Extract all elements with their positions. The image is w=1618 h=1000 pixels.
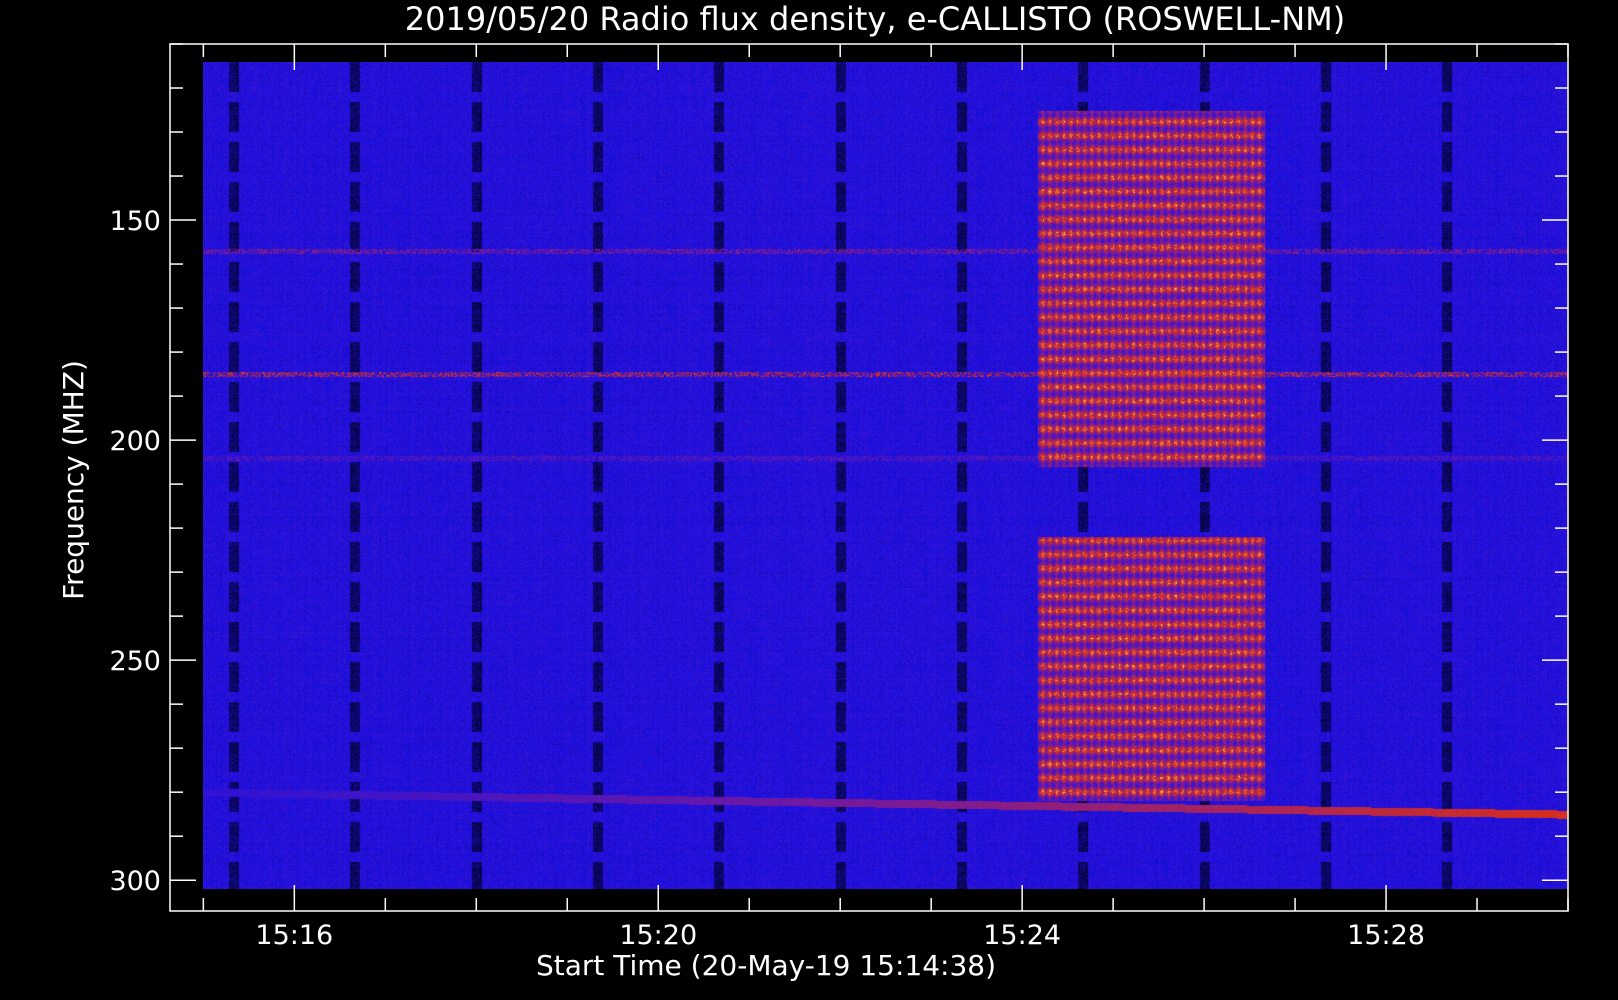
y-tick-label: 200 — [109, 426, 161, 457]
x-tick-label: 15:24 — [983, 920, 1061, 951]
y-tick-label: 300 — [109, 866, 161, 897]
x-tick-label: 15:16 — [255, 920, 333, 951]
heatmap-image — [203, 62, 1568, 889]
x-tick-label: 15:20 — [619, 920, 697, 951]
y-axis-label: Frequency (MHZ) — [57, 360, 90, 600]
y-tick-label: 250 — [109, 646, 161, 677]
y-tick-label: 150 — [109, 206, 161, 237]
x-axis-label: Start Time (20-May-19 15:14:38) — [536, 949, 996, 982]
spectrogram-heatmap — [203, 62, 1568, 889]
x-tick-label: 15:28 — [1347, 920, 1425, 951]
spectrogram-chart: 2019/05/20 Radio flux density, e-CALLIST… — [0, 0, 1618, 1000]
chart-title: 2019/05/20 Radio flux density, e-CALLIST… — [405, 0, 1345, 38]
